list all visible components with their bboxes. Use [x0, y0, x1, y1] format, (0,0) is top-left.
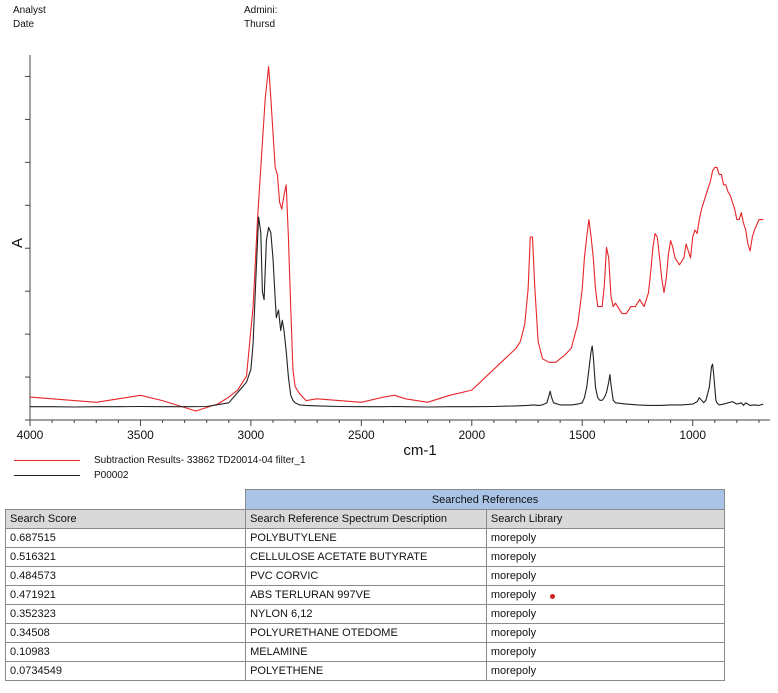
- series-line-subtraction-result: [29, 65, 764, 412]
- cell-library: morepoly: [485, 547, 726, 567]
- cell-library: morepoly: [485, 566, 726, 586]
- table-row[interactable]: 0.516321 CELLULOSE ACETATE BUTYRATE more…: [4, 547, 726, 567]
- header-description: Search Reference Spectrum Description: [245, 509, 487, 529]
- table-row[interactable]: 0.471921 ABS TERLURAN 997VE morepoly: [4, 585, 726, 605]
- table-row[interactable]: 0.34508 POLYURETHANE OTEDOME morepoly: [4, 623, 726, 643]
- cell-description: POLYURETHANE OTEDOME: [245, 623, 487, 643]
- cell-description: MELAMINE: [245, 642, 487, 662]
- cell-description: POLYETHENE: [245, 661, 487, 681]
- caption-spacer: [4, 489, 247, 510]
- legend-label: Subtraction Results- 33862 TD20014-04 fi…: [94, 455, 306, 466]
- x-tick-label: 2500: [348, 428, 375, 442]
- cell-description: PVC CORVIC: [245, 566, 487, 586]
- cell-score: 0.10983: [4, 642, 247, 662]
- table-caption: Searched References: [245, 489, 725, 510]
- cell-score: 0.471921: [4, 585, 247, 605]
- cell-library: morepoly: [485, 661, 726, 681]
- x-tick-label: 1500: [569, 428, 596, 442]
- cell-library-text: morepoly: [490, 589, 537, 601]
- legend-item-reference: P00002: [14, 468, 344, 484]
- cell-library: morepoly: [485, 623, 726, 643]
- header-search-score: Search Score: [4, 509, 247, 529]
- table-row[interactable]: 0.352323 NYLON 6,12 morepoly: [4, 604, 726, 624]
- legend-swatch-black: [14, 475, 80, 476]
- header-search-library: Search Library: [485, 509, 726, 529]
- chart-axes: 4000 3500 3000 2500 2000 1500 1000: [17, 55, 770, 442]
- cell-score: 0.352323: [4, 604, 247, 624]
- x-tick-label: 3500: [127, 428, 154, 442]
- cell-description: NYLON 6,12: [245, 604, 487, 624]
- x-tick-label: 1000: [679, 428, 706, 442]
- legend-label: P00002: [94, 470, 129, 481]
- table-caption-row: Searched References: [4, 489, 725, 510]
- legend-swatch-red: [14, 460, 80, 461]
- cell-library: morepoly: [485, 604, 726, 624]
- cell-description: POLYBUTYLENE: [245, 528, 487, 548]
- cell-score: 0.34508: [4, 623, 247, 643]
- ir-spectrum-chart: 4000 3500 3000 2500 2000 1500 1000 A cm-1: [9, 55, 770, 459]
- table-row[interactable]: 0.0734549 POLYETHENE morepoly: [4, 661, 726, 681]
- table-header-row: Search Score Search Reference Spectrum D…: [4, 509, 726, 529]
- cell-score: 0.0734549: [4, 661, 247, 681]
- cell-score: 0.484573: [4, 566, 247, 586]
- table-row[interactable]: 0.10983 MELAMINE morepoly: [4, 642, 726, 662]
- cell-library: morepoly: [485, 585, 726, 605]
- cell-library: morepoly: [485, 528, 726, 548]
- y-axis-label: A: [9, 238, 26, 248]
- cell-score: 0.516321: [4, 547, 247, 567]
- searched-references-table: Searched References Search Score Search …: [4, 489, 726, 681]
- cell-description: CELLULOSE ACETATE BUTYRATE: [245, 547, 487, 567]
- x-tick-label: 2000: [458, 428, 485, 442]
- table-row[interactable]: 0.687515 POLYBUTYLENE morepoly: [4, 528, 726, 548]
- cell-score: 0.687515: [4, 528, 247, 548]
- table-row[interactable]: 0.484573 PVC CORVIC morepoly: [4, 566, 726, 586]
- cell-library: morepoly: [485, 642, 726, 662]
- x-axis-label: cm-1: [403, 442, 436, 459]
- x-tick-label: 3000: [238, 428, 265, 442]
- chart-series-layer: [29, 65, 764, 412]
- cell-description: ABS TERLURAN 997VE: [245, 585, 487, 605]
- marker-dot-icon: [550, 594, 556, 599]
- x-tick-label: 4000: [17, 428, 44, 442]
- legend-item-subtraction-result: Subtraction Results- 33862 TD20014-04 fi…: [14, 453, 344, 469]
